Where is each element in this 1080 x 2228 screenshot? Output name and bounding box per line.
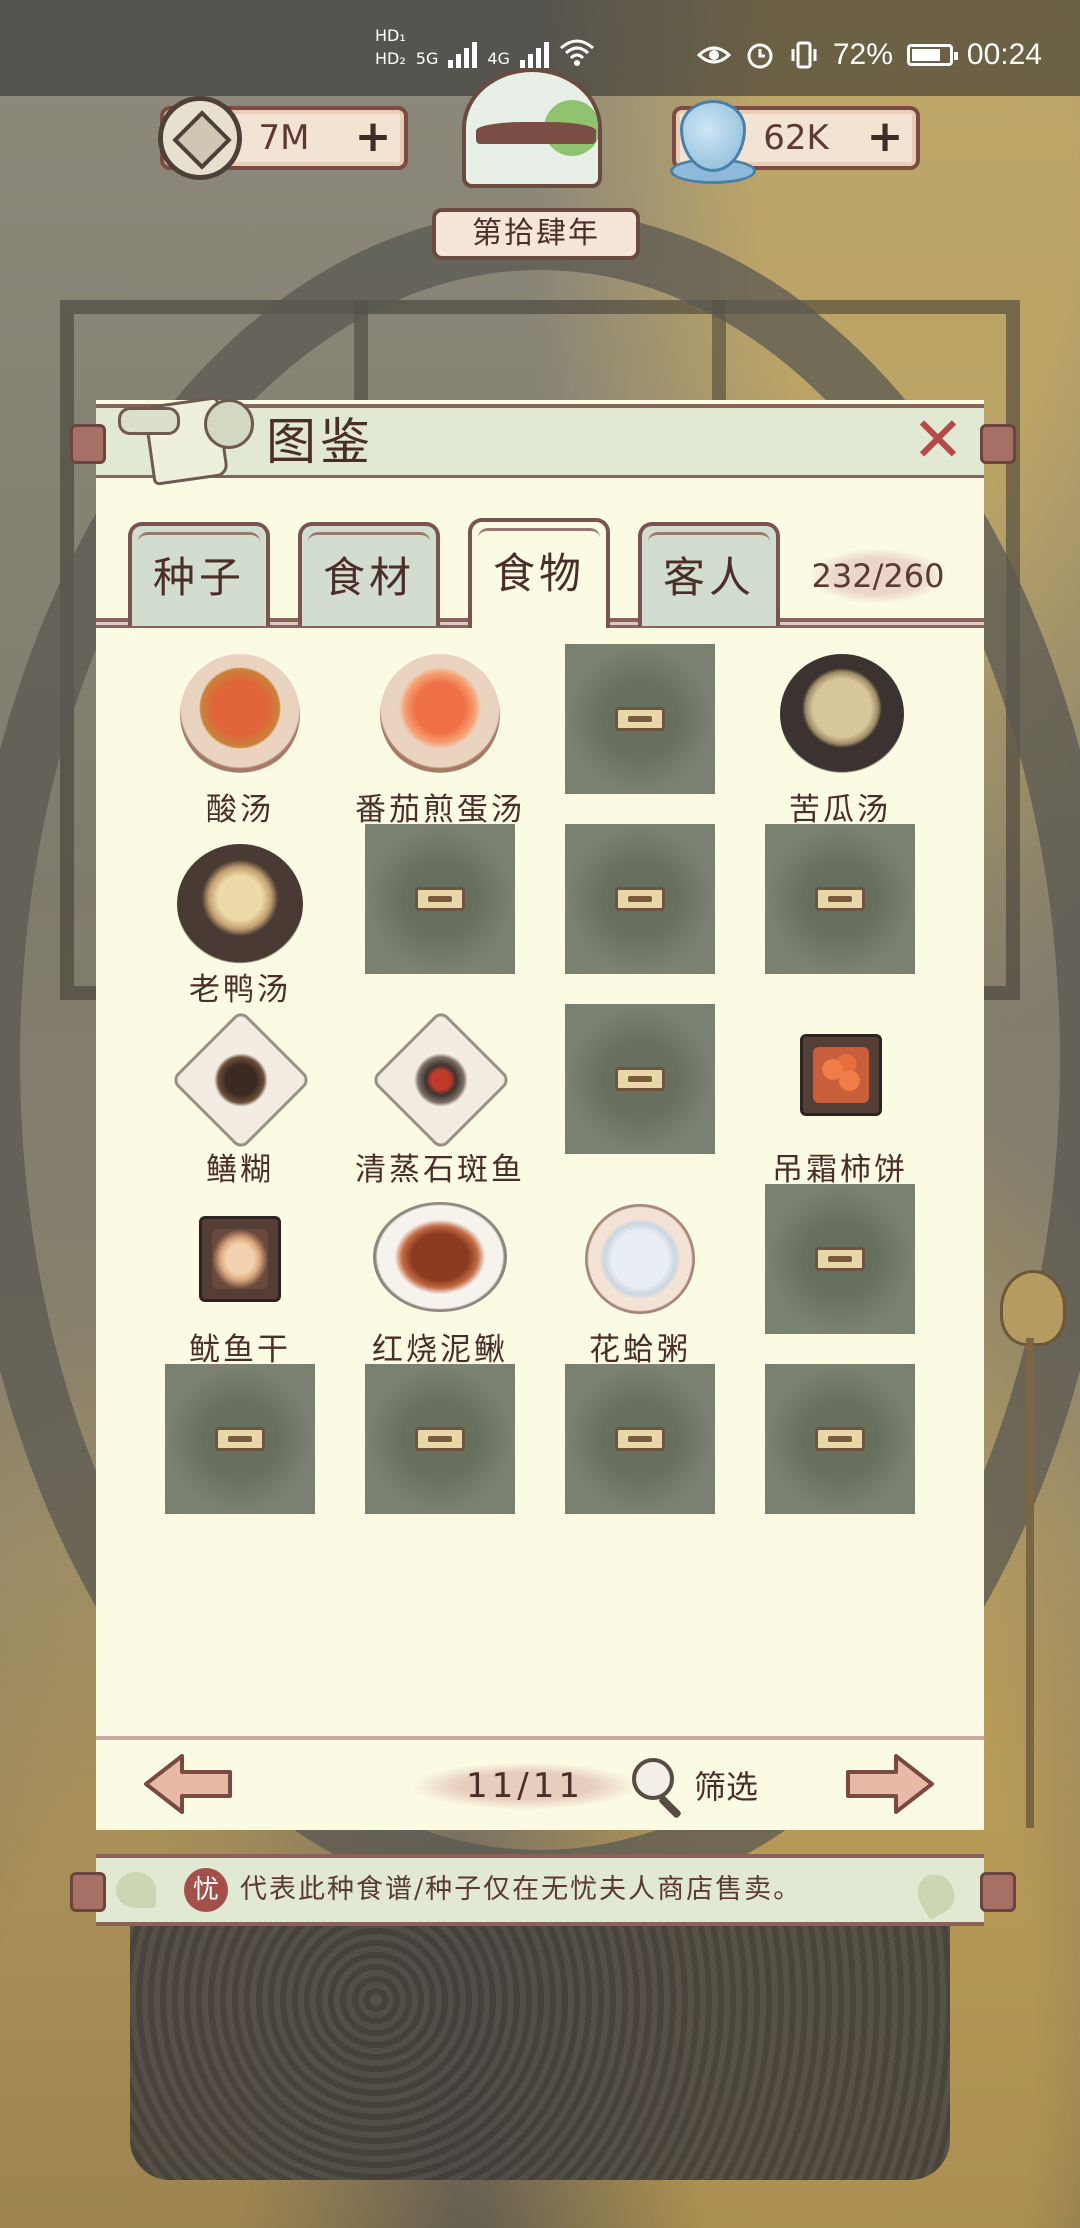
food-item-dried-squid[interactable] <box>165 1184 315 1334</box>
food-item-locked[interactable] <box>365 824 515 974</box>
food-item-locked[interactable] <box>165 1364 315 1514</box>
scroll-roller-right <box>980 1872 1016 1912</box>
braised-loach-plate-icon <box>373 1202 507 1312</box>
food-item-steamed-grouper[interactable] <box>365 1004 515 1154</box>
clock: 00:24 <box>966 38 1042 71</box>
add-coins-button[interactable]: + <box>352 115 394 159</box>
ginkgo-leaf-icon <box>116 1872 156 1908</box>
food-item-eel-paste[interactable] <box>165 1004 315 1154</box>
ginkgo-leaf-icon <box>910 1867 962 1921</box>
hd2-label: HD₂ <box>375 49 406 68</box>
battery-percent: 72% <box>832 38 893 71</box>
lotus-lamp <box>995 1270 1066 1830</box>
food-item-locked[interactable] <box>565 824 715 974</box>
old-duck-soup-pot-icon <box>177 844 303 964</box>
clam-congee-bowl-icon <box>585 1204 695 1314</box>
food-item-locked[interactable] <box>765 1364 915 1514</box>
prev-page-button[interactable] <box>142 1752 234 1816</box>
water-value: 62K <box>763 118 829 158</box>
net1-label: 5G <box>415 49 439 68</box>
status-right: 72% 00:24 <box>696 38 1042 72</box>
filter-label: 筛选 <box>694 1768 759 1806</box>
food-item-bitter-melon-soup[interactable] <box>765 644 915 794</box>
next-page-button[interactable] <box>844 1752 936 1816</box>
network-indicators: HD₁ HD₂ 5G 4G <box>375 26 595 68</box>
food-item-label: 苦瓜汤 <box>789 792 891 828</box>
food-item-label: 番茄煎蛋汤 <box>355 792 525 828</box>
tab-ingredients[interactable]: 食材 <box>298 522 440 626</box>
food-item-label: 酸汤 <box>206 792 274 828</box>
notice-text: 代表此种食谱/种子仅在无忧夫人商店售卖。 <box>240 1874 803 1905</box>
scroll-roller-left <box>70 1872 106 1912</box>
eye-icon <box>696 46 731 64</box>
steamed-grouper-plate-icon <box>370 1009 512 1151</box>
lock-plaque-icon <box>815 1427 865 1451</box>
lock-plaque-icon <box>615 1067 665 1091</box>
food-item-label: 鳝糊 <box>206 1152 274 1188</box>
frosted-persimmon-dish-icon <box>800 1034 882 1116</box>
bitter-melon-soup-pot-icon <box>780 654 904 774</box>
coin-icon <box>158 96 242 180</box>
lock-plaque-icon <box>415 887 465 911</box>
food-item-braised-loach[interactable] <box>365 1184 515 1334</box>
food-item-locked[interactable] <box>565 644 715 794</box>
battery-icon <box>906 44 958 66</box>
food-item-old-duck-soup[interactable] <box>165 824 315 974</box>
filter-button[interactable]: 筛选 <box>628 1752 778 1818</box>
signal-1-icon <box>448 38 478 68</box>
food-item-clam-congee[interactable] <box>565 1184 715 1334</box>
food-item-label: 鱿鱼干 <box>189 1332 291 1368</box>
tab-guests[interactable]: 客人 <box>638 522 780 626</box>
eel-paste-plate-icon <box>170 1009 312 1151</box>
worry-free-badge-icon: 忧 <box>184 1868 228 1912</box>
food-item-locked[interactable] <box>765 1184 915 1334</box>
food-item-label: 红烧泥鳅 <box>372 1332 508 1368</box>
page-indicator: 11/11 <box>410 1762 640 1810</box>
arrow-right-icon <box>846 1754 934 1814</box>
tomato-egg-soup-bowl-icon <box>380 654 500 774</box>
shop-notice: 忧 代表此种食谱/种子仅在无忧夫人商店售卖。 <box>96 1854 984 1926</box>
year-label: 第拾肆年 <box>432 208 640 260</box>
panel-title: 图鉴 <box>266 413 374 471</box>
net2-label: 4G <box>487 49 510 68</box>
tab-food[interactable]: 食物 <box>468 518 610 628</box>
food-item-frosted-persimmon[interactable] <box>765 1004 915 1154</box>
food-item-label: 花蛤粥 <box>589 1332 691 1368</box>
lock-plaque-icon <box>415 1427 465 1451</box>
lock-plaque-icon <box>615 1427 665 1451</box>
food-item-locked[interactable] <box>565 1364 715 1514</box>
hd1-label: HD₁ <box>375 26 406 45</box>
scroll-icon <box>118 393 258 486</box>
lock-plaque-icon <box>615 707 665 731</box>
lock-plaque-icon <box>815 887 865 911</box>
water-drop-icon <box>670 92 756 188</box>
food-item-locked[interactable] <box>765 824 915 974</box>
coin-value: 7M <box>258 118 310 158</box>
sour-soup-bowl-icon <box>180 654 300 774</box>
food-item-locked[interactable] <box>365 1364 515 1514</box>
food-item-label: 老鸭汤 <box>189 972 291 1008</box>
vibrate-icon <box>791 41 817 69</box>
scroll-roller-left <box>70 424 106 464</box>
add-water-button[interactable]: + <box>864 115 906 159</box>
arrow-left-icon <box>144 1754 232 1814</box>
food-item-tomato-egg-soup[interactable] <box>365 644 515 794</box>
wifi-icon <box>559 39 594 66</box>
lock-plaque-icon <box>215 1427 265 1451</box>
lock-plaque-icon <box>615 887 665 911</box>
tab-seeds[interactable]: 种子 <box>128 522 270 626</box>
signal-2-icon <box>519 38 549 68</box>
food-item-locked[interactable] <box>565 1004 715 1154</box>
magnifier-icon <box>632 1758 674 1800</box>
year-emblem <box>432 68 632 228</box>
alarm-icon <box>747 43 773 69</box>
dried-squid-dish-icon <box>199 1216 281 1302</box>
food-item-label: 清蒸石斑鱼 <box>355 1152 525 1188</box>
food-item-label: 吊霜柿饼 <box>772 1152 908 1188</box>
food-item-sour-soup[interactable] <box>165 644 315 794</box>
lock-plaque-icon <box>815 1247 865 1271</box>
scroll-roller-right <box>980 424 1016 464</box>
collection-count: 232/260 <box>808 548 948 604</box>
close-button[interactable]: ✕ <box>908 409 968 471</box>
